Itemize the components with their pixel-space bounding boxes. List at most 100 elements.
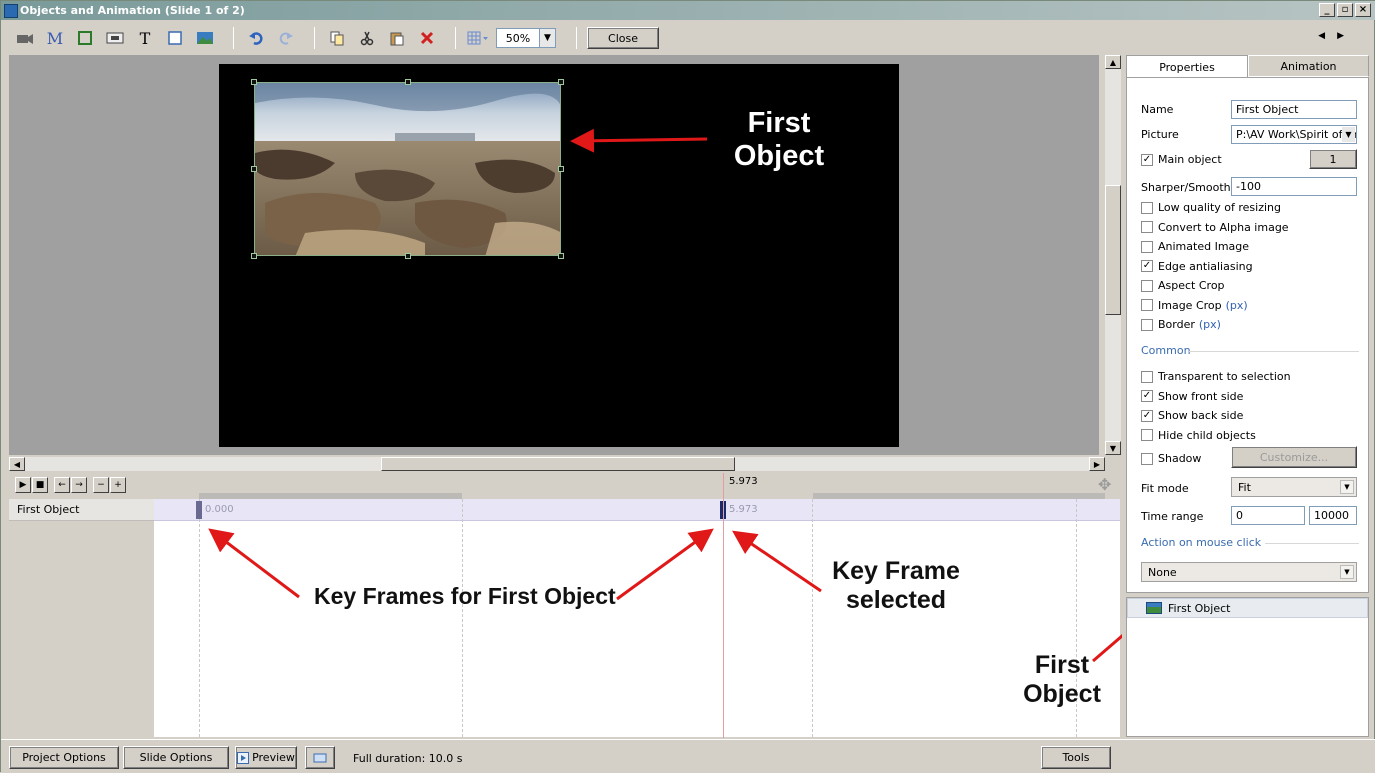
track-row[interactable] [154, 499, 1120, 521]
checkbox-box[interactable] [1141, 240, 1153, 253]
playhead[interactable] [723, 473, 724, 738]
timeline-body[interactable]: 0.000 5.973 Key Frames for First Object … [154, 499, 1120, 737]
preview-button[interactable]: Preview [235, 746, 297, 769]
checkbox-box[interactable]: ✓ [1141, 390, 1153, 402]
cut-icon[interactable] [355, 26, 379, 50]
option-checkbox[interactable]: Low quality of resizing [1141, 201, 1281, 214]
redo-icon[interactable] [274, 26, 298, 50]
chevron-down-icon[interactable]: ▼ [1340, 565, 1354, 579]
option-checkbox[interactable]: Hide child objects [1141, 429, 1256, 442]
option-checkbox[interactable]: ✓ Edge antialiasing [1141, 260, 1253, 273]
scroll-right-icon[interactable]: ▶ [1089, 457, 1105, 471]
vertical-scrollbar[interactable]: ▲ ▼ [1105, 55, 1121, 455]
customize-button[interactable]: Customize... [1231, 446, 1357, 468]
fit-mode-select[interactable]: Fit ▼ [1231, 477, 1357, 497]
undo-icon[interactable] [244, 26, 268, 50]
restore-button[interactable]: ▫ [1337, 3, 1353, 17]
chevron-down-icon[interactable]: ▼ [1342, 127, 1355, 142]
slide-nav-arrows[interactable]: ◀▶ [1318, 31, 1356, 41]
slide-options-button[interactable]: Slide Options [123, 746, 229, 769]
delete-icon[interactable] [415, 26, 439, 50]
resize-handle[interactable] [251, 166, 257, 172]
option-checkbox[interactable]: Animated Image [1141, 240, 1249, 253]
option-checkbox[interactable]: Convert to Alpha image [1141, 221, 1289, 234]
resize-handle[interactable] [405, 253, 411, 259]
text-icon[interactable]: T [133, 26, 157, 50]
name-field[interactable]: First Object [1231, 100, 1357, 119]
copy-icon[interactable] [325, 26, 349, 50]
move-icon[interactable]: ✥ [1098, 475, 1111, 494]
mask-icon[interactable]: M [43, 26, 67, 50]
shadow-checkbox[interactable]: Shadow [1141, 452, 1201, 465]
image-icon[interactable] [193, 26, 217, 50]
option-checkbox[interactable]: ✓ Show back side [1141, 409, 1243, 422]
slide-stage[interactable]: First Object [219, 64, 899, 447]
first-object-image[interactable] [254, 82, 561, 256]
scroll-up-icon[interactable]: ▲ [1105, 55, 1121, 69]
main-object-checkbox[interactable]: ✓ Main object [1141, 153, 1222, 166]
grid-icon[interactable] [466, 26, 490, 50]
option-checkbox[interactable]: ✓ Show front side [1141, 390, 1243, 403]
action-select[interactable]: None ▼ [1141, 562, 1357, 582]
object-list-item[interactable]: First Object [1127, 598, 1368, 618]
tools-button[interactable]: Tools [1041, 746, 1111, 769]
plus-icon[interactable]: + [110, 477, 126, 493]
tab-animation[interactable]: Animation [1248, 55, 1369, 77]
minus-icon[interactable]: − [93, 477, 109, 493]
option-checkbox[interactable]: Aspect Crop [1141, 279, 1225, 292]
scroll-thumb[interactable] [381, 457, 735, 471]
chevron-down-icon[interactable]: ▼ [540, 28, 556, 48]
keyframe-marker[interactable] [196, 501, 202, 519]
screen-button[interactable] [305, 746, 335, 769]
canvas-area[interactable]: First Object [9, 55, 1099, 455]
checkbox-box[interactable] [1141, 452, 1153, 465]
close-window-button[interactable]: × [1355, 3, 1371, 17]
checkbox-box[interactable]: ✓ [1141, 260, 1153, 272]
arrow-left-icon[interactable]: ← [54, 477, 70, 493]
scroll-down-icon[interactable]: ▼ [1105, 441, 1121, 455]
button-icon[interactable] [103, 26, 127, 50]
scroll-thumb[interactable] [1105, 185, 1121, 315]
time-range-to[interactable]: 10000 [1309, 506, 1357, 525]
checkbox-box[interactable] [1141, 318, 1153, 331]
camera-icon[interactable] [13, 26, 37, 50]
option-checkbox[interactable]: Border (px) [1141, 318, 1221, 331]
scroll-left-icon[interactable]: ◀ [9, 457, 25, 471]
horizontal-scrollbar[interactable]: ◀ ▶ [9, 457, 1105, 471]
chevron-down-icon[interactable]: ▼ [1340, 480, 1354, 494]
close-button[interactable]: Close [587, 27, 659, 49]
picture-field[interactable]: P:\AV Work\Spirit of the ▼ [1231, 125, 1357, 144]
option-checkbox[interactable]: Transparent to selection [1141, 370, 1291, 383]
resize-handle[interactable] [558, 253, 564, 259]
sharper-field[interactable]: -100 [1231, 177, 1357, 196]
project-options-button[interactable]: Project Options [9, 746, 119, 769]
object-list[interactable]: First Object [1126, 597, 1369, 737]
time-range-from[interactable]: 0 [1231, 506, 1305, 525]
checkbox-box[interactable] [1141, 201, 1153, 214]
rectangle-icon[interactable] [163, 26, 187, 50]
checkbox-box[interactable]: ✓ [1141, 153, 1153, 166]
option-checkbox[interactable]: Image Crop (px) [1141, 299, 1248, 312]
frame-icon[interactable] [73, 26, 97, 50]
checkbox-box[interactable] [1141, 221, 1153, 233]
checkbox-box[interactable] [1141, 429, 1153, 441]
checkbox-box[interactable]: ✓ [1141, 409, 1153, 422]
paste-icon[interactable] [385, 26, 409, 50]
track-name[interactable]: First Object [9, 499, 154, 521]
checkbox-box[interactable] [1141, 299, 1153, 311]
play-icon[interactable]: ▶ [15, 477, 31, 493]
zoom-value[interactable]: 50% [496, 28, 540, 48]
tab-properties[interactable]: Properties [1126, 55, 1248, 78]
resize-handle[interactable] [405, 79, 411, 85]
minimize-button[interactable]: _ [1319, 3, 1335, 17]
main-object-number-button[interactable]: 1 [1309, 149, 1357, 169]
timeline-ruler[interactable] [199, 473, 1105, 499]
checkbox-box[interactable] [1141, 370, 1153, 383]
resize-handle[interactable] [251, 253, 257, 259]
zoom-select[interactable]: 50% ▼ [496, 28, 556, 48]
checkbox-box[interactable] [1141, 279, 1153, 292]
resize-handle[interactable] [251, 79, 257, 85]
resize-handle[interactable] [558, 166, 564, 172]
resize-handle[interactable] [558, 79, 564, 85]
arrow-right-icon[interactable]: → [71, 477, 87, 493]
